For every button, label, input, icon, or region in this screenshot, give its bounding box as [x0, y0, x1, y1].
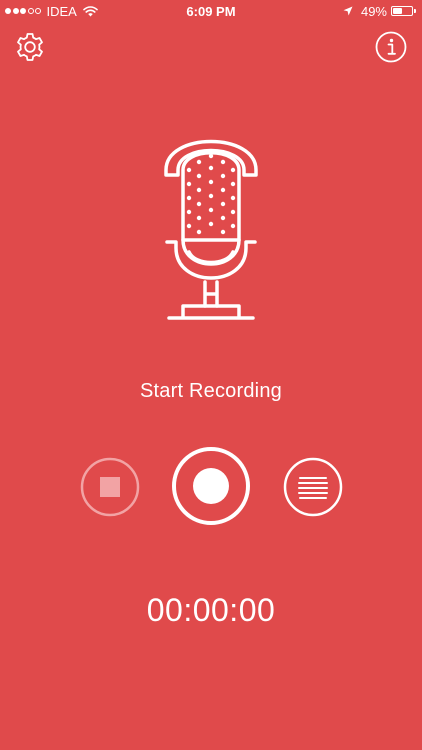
list-icon: [283, 457, 343, 517]
location-arrow-icon: [343, 6, 353, 16]
record-button[interactable]: [171, 446, 251, 526]
gear-icon: [17, 33, 43, 61]
status-bar: IDEA 6:09 PM 49%: [0, 0, 422, 22]
info-icon: [375, 31, 407, 63]
stop-icon: [80, 457, 140, 517]
recordings-list-button[interactable]: [283, 457, 343, 517]
battery-fill: [393, 8, 402, 14]
status-bar-right: 49%: [343, 3, 416, 19]
microphone-icon: [164, 139, 258, 320]
battery-percentage: 49%: [360, 3, 387, 19]
record-icon: [172, 447, 250, 525]
microphone-illustration: [161, 130, 261, 325]
battery-tip: [414, 9, 416, 13]
info-button[interactable]: [375, 31, 407, 63]
battery-icon: [391, 6, 413, 16]
start-recording-label: Start Recording: [140, 380, 282, 402]
settings-button[interactable]: [14, 31, 46, 63]
stop-button[interactable]: [80, 457, 140, 517]
recording-timer: 00:00:00: [146, 592, 276, 628]
